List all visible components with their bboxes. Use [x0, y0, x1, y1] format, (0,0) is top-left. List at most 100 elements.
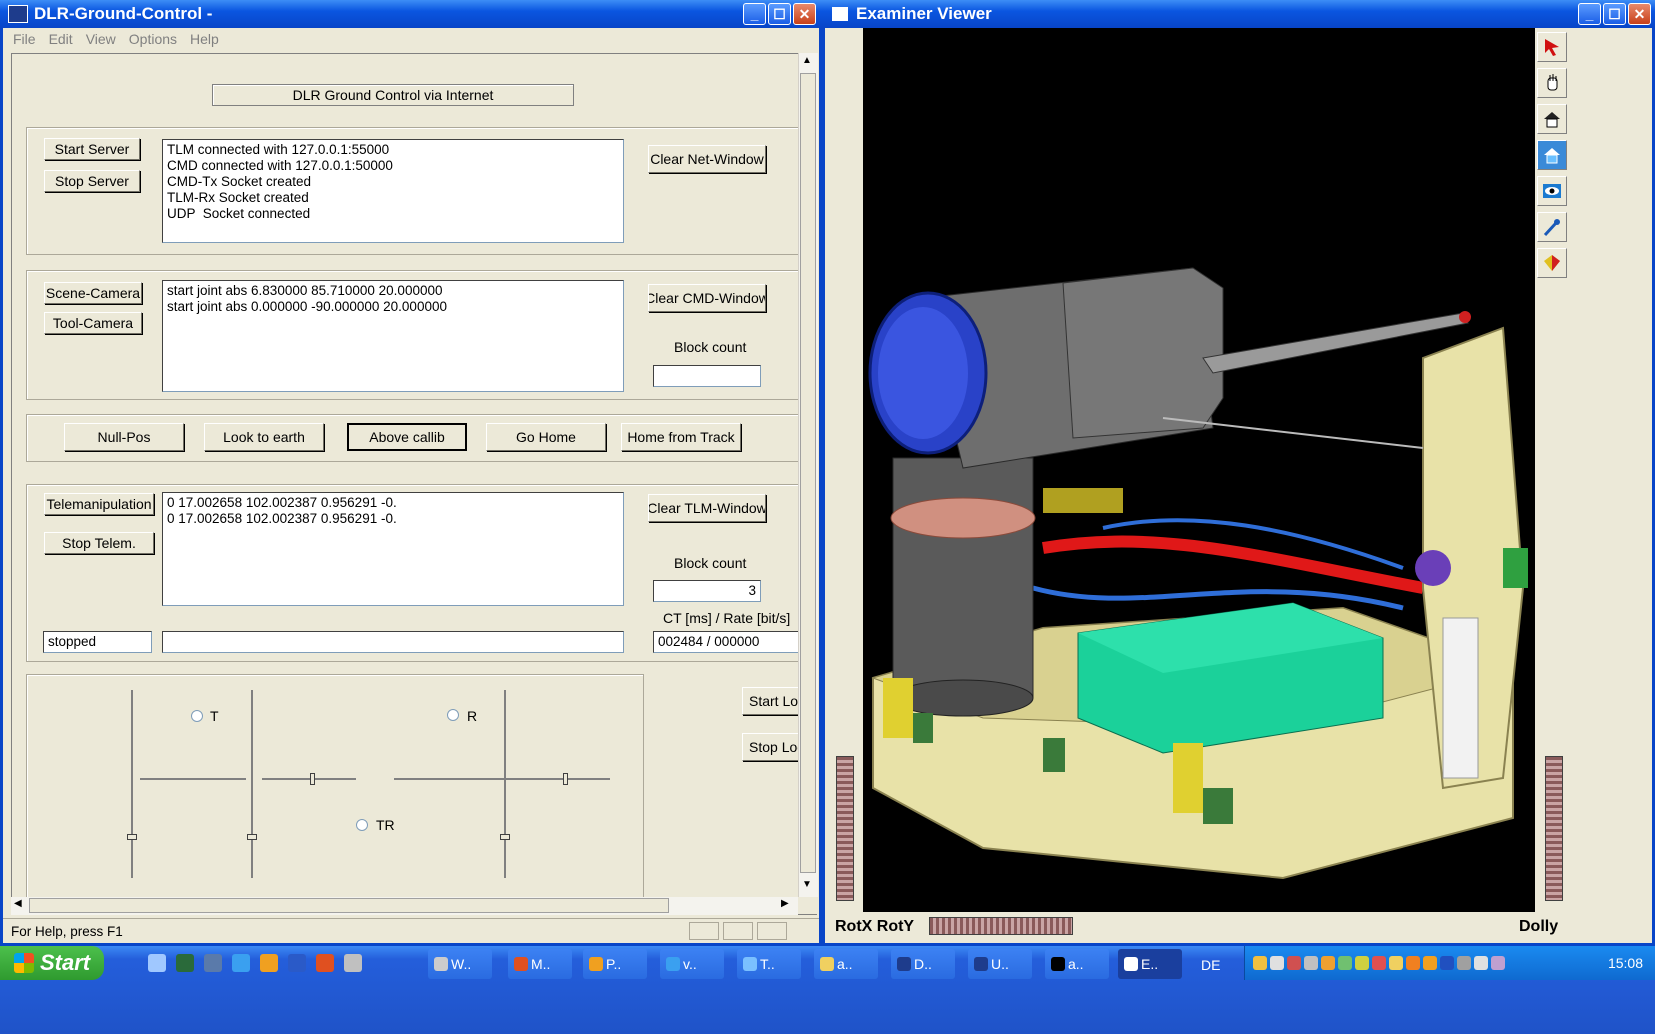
view-all-icon[interactable] [1537, 176, 1567, 206]
radio-t[interactable] [191, 710, 203, 722]
slider-thumb-h2[interactable] [310, 773, 315, 785]
slider-thumb-h3[interactable] [563, 773, 568, 785]
radio-r[interactable] [447, 709, 459, 721]
tray-icon-3[interactable] [1287, 956, 1301, 970]
task-u[interactable]: U.. [968, 949, 1032, 979]
quicklaunch-icon-3[interactable] [204, 954, 222, 972]
examiner-titlebar[interactable]: Examiner Viewer _ ☐ ✕ [822, 0, 1655, 28]
command-log[interactable]: start joint abs 6.830000 85.710000 20.00… [162, 280, 624, 392]
clear-cmd-window-button[interactable]: Clear CMD-Window [648, 284, 766, 312]
scene-camera-button[interactable]: Scene-Camera [44, 282, 142, 304]
scroll-down-arrow[interactable]: ▼ [802, 879, 812, 890]
roty-wheel[interactable] [929, 917, 1073, 935]
menu-help[interactable]: Help [190, 31, 219, 47]
radio-tr[interactable] [356, 819, 368, 831]
quicklaunch-icon-2[interactable] [176, 954, 194, 972]
slider-track-h3[interactable] [394, 778, 610, 780]
scroll-thumb[interactable] [800, 73, 816, 873]
message-field[interactable] [162, 631, 624, 653]
ground-control-titlebar[interactable]: DLR-Ground-Control - _ ☐ ✕ [0, 0, 822, 28]
home-icon[interactable] [1537, 104, 1567, 134]
tlm-block-count-field[interactable]: 3 [653, 580, 761, 602]
horizontal-scrollbar[interactable]: ◀ ▶ [11, 897, 798, 915]
task-w[interactable]: W.. [428, 949, 492, 979]
3d-viewport[interactable] [863, 28, 1535, 912]
tray-icon-11[interactable] [1423, 956, 1437, 970]
tray-icon-7[interactable] [1355, 956, 1369, 970]
stop-telem-button[interactable]: Stop Telem. [44, 532, 154, 554]
start-log-button[interactable]: Start Log [742, 687, 806, 715]
quicklaunch-icon-1[interactable] [148, 954, 166, 972]
task-a1[interactable]: a.. [814, 949, 878, 979]
tray-icon-2[interactable] [1270, 956, 1284, 970]
tray-icon-mail[interactable] [1253, 956, 1267, 970]
slider-track-v2[interactable] [251, 690, 253, 878]
vertical-scrollbar[interactable]: ▲ ▼ [798, 53, 818, 897]
telemetry-log[interactable]: 0 17.002658 102.002387 0.956291 -0. 0 17… [162, 492, 624, 606]
pointer-icon[interactable] [1537, 32, 1567, 62]
word-icon[interactable] [288, 954, 306, 972]
tray-icon-10[interactable] [1406, 956, 1420, 970]
null-pos-button[interactable]: Null-Pos [64, 423, 184, 451]
ie-icon[interactable] [232, 954, 250, 972]
home-from-track-button[interactable]: Home from Track [621, 423, 741, 451]
telemanipulation-button[interactable]: Telemanipulation [44, 493, 154, 515]
quicklaunch-icon-5[interactable] [260, 954, 278, 972]
clock[interactable]: 15:08 [1608, 955, 1643, 971]
task-a2[interactable]: a.. [1045, 949, 1109, 979]
tray-icon-5[interactable] [1321, 956, 1335, 970]
look-to-earth-button[interactable]: Look to earth [204, 423, 324, 451]
tool-camera-button[interactable]: Tool-Camera [44, 312, 142, 334]
slider-track-v3[interactable] [504, 690, 506, 878]
menu-edit[interactable]: Edit [49, 31, 73, 47]
maximize-button[interactable]: ☐ [768, 3, 791, 25]
clear-net-window-button[interactable]: Clear Net-Window [648, 145, 766, 173]
menu-view[interactable]: View [86, 31, 116, 47]
viewer-minimize-button[interactable]: _ [1578, 3, 1601, 25]
hand-icon[interactable] [1537, 68, 1567, 98]
slider-track-h1[interactable] [140, 778, 246, 780]
scroll-h-thumb[interactable] [29, 898, 669, 913]
viewer-close-button[interactable]: ✕ [1628, 3, 1651, 25]
tray-icon-4[interactable] [1304, 956, 1318, 970]
scroll-right-arrow[interactable]: ▶ [781, 898, 789, 909]
stop-server-button[interactable]: Stop Server [44, 170, 140, 192]
tray-icon-13[interactable] [1457, 956, 1471, 970]
viewer-maximize-button[interactable]: ☐ [1603, 3, 1626, 25]
tray-icon-15[interactable] [1491, 956, 1505, 970]
task-v[interactable]: v.. [660, 949, 724, 979]
cmd-block-count-field[interactable] [653, 365, 761, 387]
menu-file[interactable]: File [13, 31, 36, 47]
network-log[interactable]: TLM connected with 127.0.0.1:55000 CMD c… [162, 139, 624, 243]
seek-icon[interactable] [1537, 212, 1567, 242]
ct-rate-field[interactable]: 002484 / 000000 [653, 631, 805, 653]
minimize-button[interactable]: _ [743, 3, 766, 25]
slider-thumb-v2[interactable] [247, 834, 257, 840]
rotx-wheel[interactable] [836, 756, 854, 901]
bluetooth-icon[interactable] [1440, 956, 1454, 970]
set-home-icon[interactable] [1537, 140, 1567, 170]
tray-icon-9[interactable] [1389, 956, 1403, 970]
stop-log-button[interactable]: Stop Log [742, 733, 806, 761]
projection-icon[interactable] [1537, 248, 1567, 278]
start-server-button[interactable]: Start Server [44, 138, 140, 160]
slider-track-h2[interactable] [262, 778, 356, 780]
slider-track-v1[interactable] [131, 690, 133, 878]
task-t[interactable]: T.. [737, 949, 801, 979]
slider-thumb-v3[interactable] [500, 834, 510, 840]
start-button[interactable]: Start [0, 946, 104, 980]
language-indicator[interactable]: DE [1201, 957, 1220, 973]
scroll-up-arrow[interactable]: ▲ [802, 55, 812, 66]
task-p[interactable]: P.. [583, 949, 647, 979]
menu-options[interactable]: Options [129, 31, 177, 47]
dolly-wheel[interactable] [1545, 756, 1563, 901]
task-d[interactable]: D.. [891, 949, 955, 979]
above-callib-button[interactable]: Above callib [347, 423, 467, 451]
scroll-left-arrow[interactable]: ◀ [14, 898, 22, 909]
tray-icon-6[interactable] [1338, 956, 1352, 970]
tray-icon-8[interactable] [1372, 956, 1386, 970]
status-field[interactable]: stopped [43, 631, 152, 653]
go-home-button[interactable]: Go Home [486, 423, 606, 451]
clear-tlm-window-button[interactable]: Clear TLM-Window [648, 494, 766, 522]
volume-icon[interactable] [1474, 956, 1488, 970]
